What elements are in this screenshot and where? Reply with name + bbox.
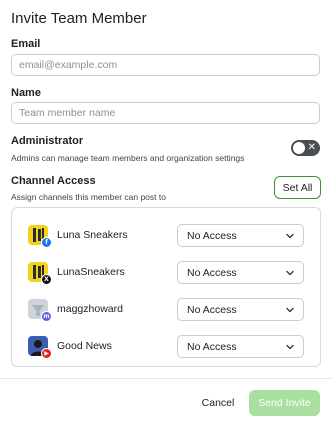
chevron-down-icon (286, 344, 294, 350)
avatar: ▶ (28, 336, 52, 359)
send-invite-button[interactable]: Send Invite (249, 390, 320, 416)
footer-divider (0, 378, 332, 379)
access-select[interactable]: No Access (177, 261, 304, 284)
mastodon-icon: m (41, 311, 52, 322)
channel-access-description: Assign channels this member can post to (11, 192, 166, 202)
name-label: Name (11, 87, 41, 99)
administrator-description: Admins can manage team members and organ… (11, 153, 245, 163)
name-field[interactable] (11, 102, 320, 124)
x-icon: X (41, 274, 52, 285)
access-select[interactable]: No Access (177, 224, 304, 247)
channel-name: LunaSneakers (57, 266, 125, 278)
dialog-title: Invite Team Member (11, 10, 147, 27)
channel-name: maggzhoward (57, 303, 123, 315)
chevron-down-icon (286, 233, 294, 239)
chevron-down-icon (286, 307, 294, 313)
access-value: No Access (187, 304, 237, 316)
channel-row-luna-sneakers-facebook: f Luna Sneakers No Access (12, 224, 320, 248)
channel-name: Good News (57, 340, 112, 352)
channel-list: f Luna Sneakers No Access X LunaSneakers… (11, 207, 321, 367)
administrator-title: Administrator (11, 135, 84, 147)
channel-row-maggzhoward-mastodon: m maggzhoward No Access (12, 298, 320, 322)
chevron-down-icon (286, 270, 294, 276)
email-label: Email (11, 38, 41, 50)
cancel-button[interactable]: Cancel (196, 393, 240, 413)
email-field[interactable] (11, 54, 320, 76)
avatar: m (28, 299, 52, 322)
access-value: No Access (187, 267, 237, 279)
access-select[interactable]: No Access (177, 298, 304, 321)
avatar: X (28, 262, 52, 285)
avatar: f (28, 225, 52, 248)
channel-row-good-news-youtube: ▶ Good News No Access (12, 335, 320, 359)
channel-row-lunasneakers-x: X LunaSneakers No Access (12, 261, 320, 285)
close-icon: ✕ (307, 142, 316, 153)
access-value: No Access (187, 341, 237, 353)
administrator-toggle[interactable]: ✕ (291, 140, 320, 156)
youtube-icon: ▶ (41, 348, 52, 359)
access-select[interactable]: No Access (177, 335, 304, 358)
set-all-button[interactable]: Set All (274, 176, 321, 199)
toggle-knob (293, 142, 305, 154)
facebook-icon: f (41, 237, 52, 248)
channel-access-title: Channel Access (11, 175, 96, 187)
channel-name: Luna Sneakers (57, 229, 128, 241)
access-value: No Access (187, 230, 237, 242)
